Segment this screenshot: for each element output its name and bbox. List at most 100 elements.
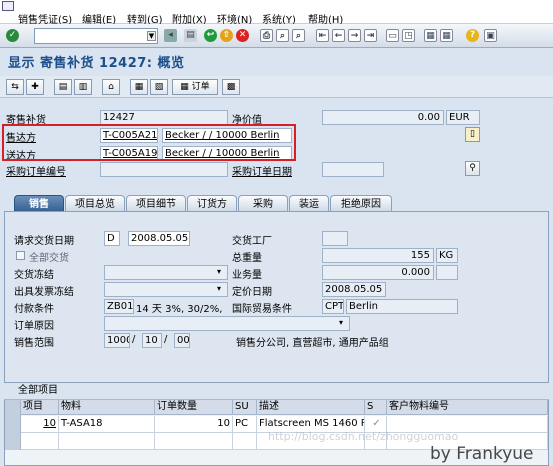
row2-quantity[interactable]: [155, 433, 233, 450]
col-description-header[interactable]: 描述: [257, 400, 365, 415]
save-icon[interactable]: ◂: [164, 29, 177, 42]
sales-org-field[interactable]: 1000: [104, 333, 130, 348]
header-overview-icon[interactable]: ▤: [54, 79, 72, 95]
sales-area-separator-2: /: [164, 334, 168, 345]
layout-menu-icon[interactable]: ▦: [440, 29, 453, 42]
order-reason-field[interactable]: [104, 316, 350, 331]
total-weight-label: 总重量: [232, 253, 262, 264]
system-menu-icon[interactable]: [2, 1, 14, 11]
blog-watermark: http://blog.csdn.net/zhongguomao: [268, 430, 459, 443]
po-number-field[interactable]: [100, 162, 228, 177]
billing-block-dropdown-icon[interactable]: ▾: [217, 284, 221, 293]
order-button-label: 订单: [191, 82, 210, 92]
page-title: 显示 寄售补货 12427: 概览: [8, 56, 185, 71]
delivery-plant-field[interactable]: [322, 231, 348, 246]
delivery-block-field[interactable]: [104, 265, 228, 280]
cancel-icon[interactable]: ✕: [236, 29, 249, 42]
document-icon[interactable]: ▯: [465, 127, 480, 142]
previous-page-icon[interactable]: ←: [332, 29, 345, 42]
sales-area-text: 销售分公司, 直营超市, 通用产品组: [236, 338, 389, 349]
po-date-field[interactable]: [322, 162, 384, 177]
order-reason-dropdown-icon[interactable]: ▾: [339, 318, 343, 327]
enter-check-icon[interactable]: ✓: [6, 29, 19, 42]
volume-field[interactable]: 0.000: [322, 265, 434, 280]
net-value-field[interactable]: 0.00: [322, 110, 444, 125]
req-delivery-unit-field[interactable]: D: [104, 231, 120, 246]
pricing-date-label: 定价日期: [232, 287, 272, 298]
row1-quantity[interactable]: 10: [155, 416, 233, 433]
weight-unit-field[interactable]: KG: [436, 248, 458, 263]
col-cust-material-header[interactable]: 客户物料编号: [387, 400, 548, 415]
shortcut-icon[interactable]: ◳: [402, 29, 415, 42]
req-delivery-label: 请求交货日期: [14, 236, 74, 247]
first-page-icon[interactable]: ⇤: [316, 29, 329, 42]
highlight-box: [2, 124, 296, 161]
row2-material[interactable]: [59, 433, 155, 450]
dist-channel-field[interactable]: 10: [142, 333, 162, 348]
order-reason-label: 订单原因: [14, 321, 54, 332]
exit-icon[interactable]: ⇧: [220, 29, 233, 42]
complete-delivery-checkbox[interactable]: [16, 251, 25, 260]
sales-tab-panel: [4, 211, 549, 383]
billing-block-label: 出具发票冻结: [14, 287, 74, 298]
row-selector-column[interactable]: [5, 400, 21, 450]
find-icon[interactable]: ⌕: [276, 29, 289, 42]
row1-item[interactable]: 10: [21, 416, 59, 433]
volume-unit-field[interactable]: [436, 265, 458, 280]
help-icon[interactable]: ?: [466, 29, 479, 42]
last-page-icon[interactable]: ⇥: [364, 29, 377, 42]
col-material-header[interactable]: 物料: [59, 400, 155, 415]
display-doc-icon[interactable]: ▧: [150, 79, 168, 95]
customize-icon[interactable]: ▣: [484, 29, 497, 42]
consign-number-field[interactable]: 12427: [100, 110, 228, 125]
command-history-dropdown-icon[interactable]: ▼: [147, 31, 156, 41]
status-overview-icon[interactable]: ▦: [130, 79, 148, 95]
document-flow-icon[interactable]: ⌂: [102, 79, 120, 95]
row1-material[interactable]: T-ASA18: [59, 416, 155, 433]
po-number-label: 采购订单编号: [6, 167, 66, 178]
order-button[interactable]: ▦ 订单: [172, 79, 218, 95]
row2-item[interactable]: [21, 433, 59, 450]
item-overview-icon[interactable]: ▥: [74, 79, 92, 95]
volume-label: 业务量: [232, 270, 262, 281]
layout-icon[interactable]: ▦: [424, 29, 437, 42]
col-item-header[interactable]: 项目: [21, 400, 59, 415]
incoterms-place-field[interactable]: Berlin: [346, 299, 458, 314]
next-page-icon[interactable]: →: [348, 29, 361, 42]
division-field[interactable]: 00: [174, 333, 190, 348]
display-change-icon[interactable]: ⇆: [6, 79, 24, 95]
delivery-plant-label: 交货工厂: [232, 236, 272, 247]
col-su-header[interactable]: SU: [233, 400, 257, 415]
find-next-icon[interactable]: ⌕: [292, 29, 305, 42]
create-follow-up-icon[interactable]: ✚: [26, 79, 44, 95]
col-quantity-header[interactable]: 订单数量: [155, 400, 233, 415]
print-icon[interactable]: ⎙: [260, 29, 273, 42]
complete-delivery-label: 全部交货: [29, 253, 69, 264]
sales-area-separator-1: /: [132, 334, 136, 345]
pricing-date-field[interactable]: 2008.05.05: [322, 282, 386, 297]
billing-block-field[interactable]: [104, 282, 228, 297]
order-icon: ▦: [180, 82, 192, 92]
sales-area-label: 销售范围: [14, 338, 54, 349]
delivery-block-dropdown-icon[interactable]: ▾: [217, 267, 221, 276]
author-watermark: by Frankyue: [430, 444, 534, 464]
save-disk-icon[interactable]: ▤: [184, 29, 197, 42]
incoterms-code-field[interactable]: CPT: [322, 299, 344, 314]
col-s-header[interactable]: S: [365, 400, 387, 415]
req-delivery-date-field[interactable]: 2008.05.05: [128, 231, 190, 246]
items-table-title: 全部项目: [4, 383, 549, 400]
delivery-block-label: 交货冻结: [14, 270, 54, 281]
total-weight-field[interactable]: 155: [322, 248, 434, 263]
payment-terms-label: 付款条件: [14, 304, 54, 315]
new-session-icon[interactable]: ▭: [386, 29, 399, 42]
row1-su[interactable]: PC: [233, 416, 257, 433]
payment-terms-code-field[interactable]: ZB01: [104, 299, 134, 314]
po-date-label: 采购订单日期: [232, 167, 292, 178]
po-lookup-icon[interactable]: ⚲: [465, 161, 480, 176]
command-field[interactable]: ▼: [34, 28, 158, 44]
row2-su[interactable]: [233, 433, 257, 450]
sales-doc-icon[interactable]: ▩: [222, 79, 240, 95]
payment-terms-text: 14 天 3%, 30/2%,: [136, 304, 223, 315]
back-icon[interactable]: ↩: [204, 29, 217, 42]
currency-field[interactable]: EUR: [446, 110, 480, 125]
